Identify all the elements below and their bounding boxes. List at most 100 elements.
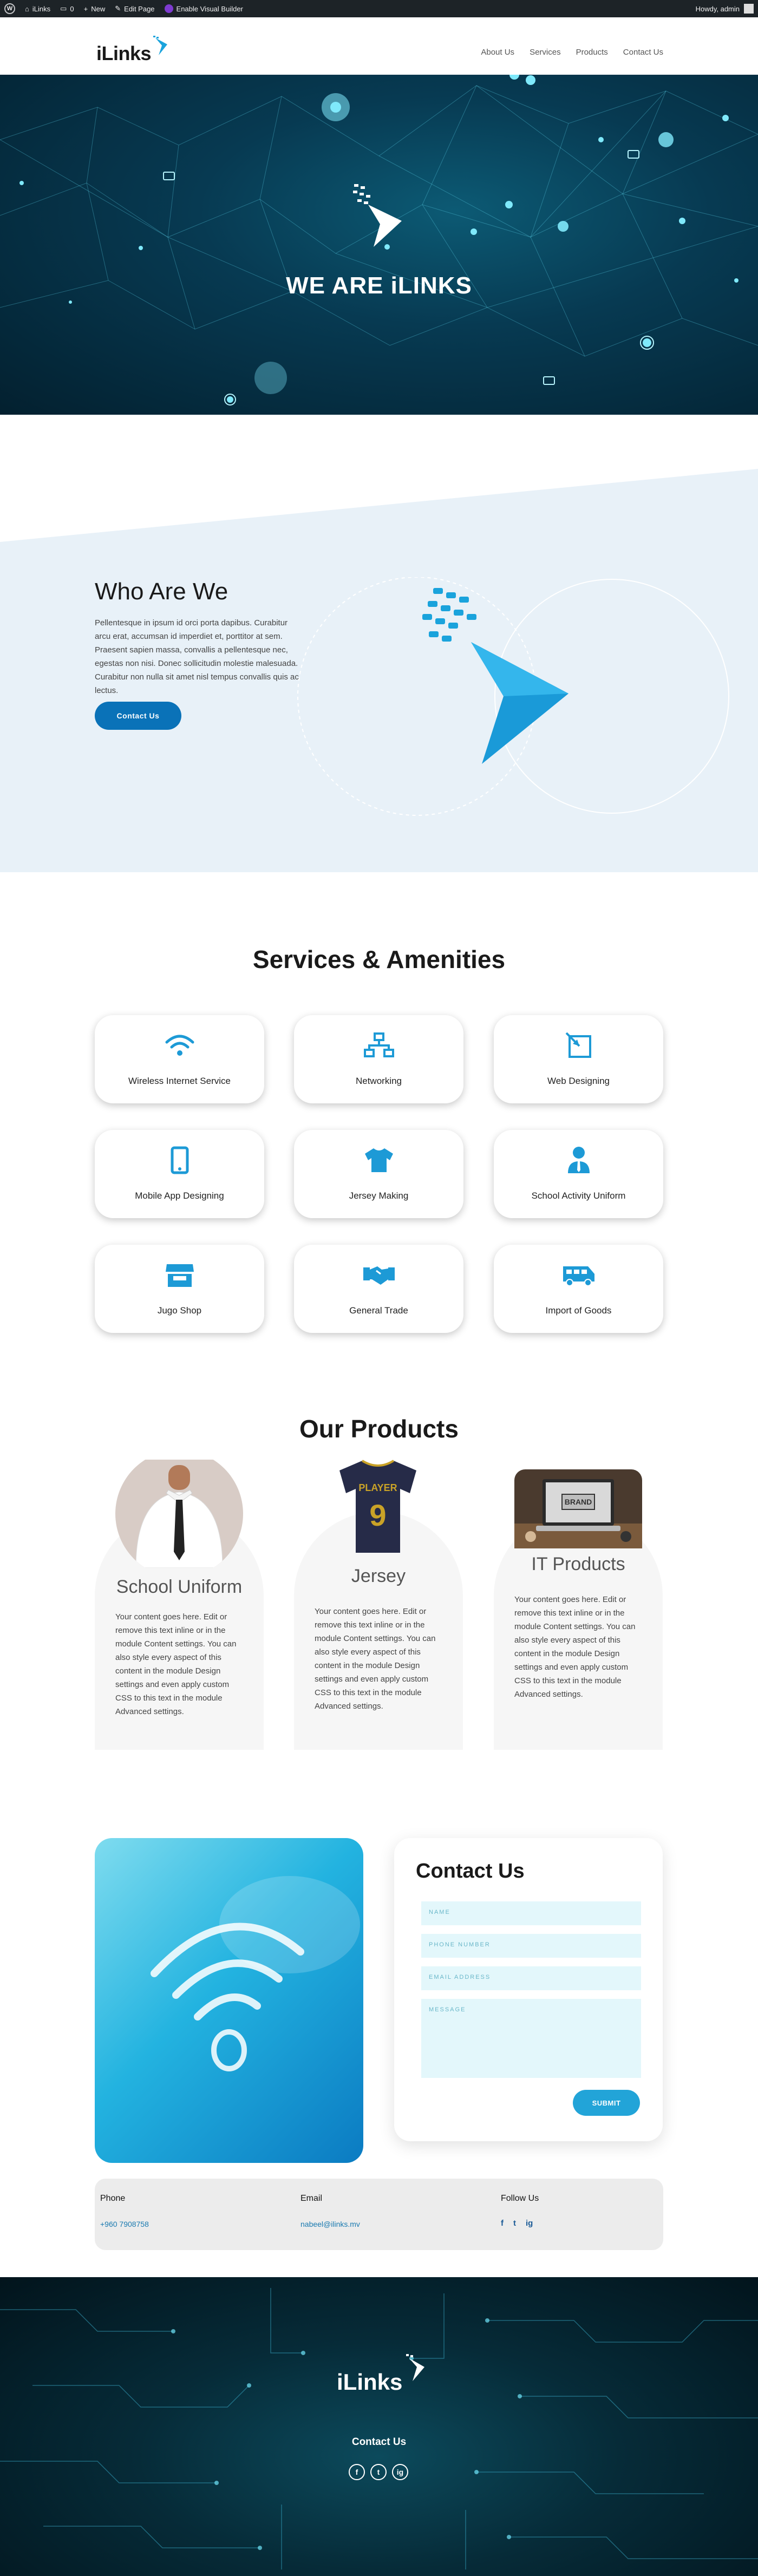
contact-us-button[interactable]: Contact Us <box>95 702 181 730</box>
service-label: Mobile App Designing <box>135 1191 224 1201</box>
contact-wifi-image <box>95 1838 363 2163</box>
it-screen-text: BRAND <box>565 1498 592 1506</box>
wordpress-icon: W <box>4 3 15 14</box>
admin-visual-builder[interactable]: Enable Visual Builder <box>164 4 243 13</box>
service-card-wireless[interactable]: Wireless Internet Service <box>95 1015 264 1103</box>
truck-icon <box>562 1261 596 1289</box>
jersey-image: PLAYER 9 <box>339 1460 416 1553</box>
school-uniform-image <box>115 1460 243 1568</box>
service-card-school-uniform[interactable]: School Activity Uniform <box>494 1130 663 1218</box>
service-card-mobile-app[interactable]: Mobile App Designing <box>95 1130 264 1218</box>
wp-admin-bar: W ⌂ iLinks ▭ 0 + New ✎ Edit Page Enable … <box>0 0 758 17</box>
product-description: Your content goes here. Edit or remove t… <box>315 1607 436 1711</box>
footer-logo-arrow-icon <box>406 2354 424 2381</box>
admin-new[interactable]: + New <box>84 5 106 13</box>
footer-instagram-icon[interactable]: ig <box>392 2464 408 2480</box>
email-field[interactable]: EMAIL ADDRESS <box>421 1966 641 1990</box>
who-title: Who Are We <box>95 578 228 605</box>
admin-site-name[interactable]: ⌂ iLinks <box>25 5 50 13</box>
service-label: Jersey Making <box>349 1191 409 1201</box>
service-card-networking[interactable]: Networking <box>294 1015 463 1103</box>
admin-greeting: Howdy, admin <box>695 4 740 13</box>
phone-value[interactable]: +960 7908758 <box>100 2220 149 2228</box>
site-header: iLinks About Us Services Products Contac… <box>0 17 758 75</box>
product-description: Your content goes here. Edit or remove t… <box>514 1595 636 1699</box>
nav-about-us[interactable]: About Us <box>481 48 514 57</box>
footer-social-links: f t ig <box>349 2464 408 2480</box>
follow-label: Follow Us <box>501 2194 539 2203</box>
phone-info: Phone +960 7908758 <box>100 2194 149 2228</box>
service-card-import-goods[interactable]: Import of Goods <box>494 1245 663 1333</box>
shop-icon <box>165 1261 195 1289</box>
service-label: Jugo Shop <box>157 1305 202 1316</box>
facebook-icon[interactable]: f <box>501 2219 504 2228</box>
service-label: Import of Goods <box>545 1305 612 1316</box>
services-title: Services & Amenities <box>252 945 506 973</box>
phone-label: Phone <box>100 2194 126 2203</box>
footer-logo[interactable]: iLinks <box>337 2354 424 2395</box>
products-title: Our Products <box>299 1415 459 1443</box>
email-value[interactable]: nabeel@ilinks.mv <box>300 2220 360 2228</box>
product-name: IT Products <box>531 1554 625 1574</box>
admin-site-label: iLinks <box>32 4 51 13</box>
who-we-are-section: Who Are We Pellentesque in ipsum id orci… <box>0 415 758 872</box>
service-label: General Trade <box>349 1305 408 1316</box>
nav-services[interactable]: Services <box>530 48 561 57</box>
hero-title: WE ARE iLINKS <box>286 272 472 299</box>
mobile-icon <box>171 1146 189 1174</box>
instagram-icon[interactable]: ig <box>526 2219 533 2228</box>
service-card-general-trade[interactable]: General Trade <box>294 1245 463 1333</box>
avatar <box>744 4 754 14</box>
jersey-print-text: PLAYER <box>358 1482 397 1493</box>
email-info: Email nabeel@ilinks.mv <box>300 2194 360 2228</box>
site-footer: iLinks Contact Us f t ig <box>0 2277 758 2576</box>
page: W ⌂ iLinks ▭ 0 + New ✎ Edit Page Enable … <box>0 0 758 2576</box>
admin-edit-label: Edit Page <box>124 4 155 13</box>
main-nav: About Us Services Products Contact Us <box>481 48 663 57</box>
product-name: School Uniform <box>116 1577 243 1597</box>
circuit-background <box>0 2288 758 2570</box>
it-products-image: BRAND <box>514 1469 642 1548</box>
product-card-it-products[interactable]: BRAND IT Products Your content goes here… <box>494 1469 663 1750</box>
follow-info: Follow Us f t ig <box>501 2194 539 2228</box>
wp-logo-menu[interactable]: W <box>4 3 15 14</box>
product-card-school-uniform[interactable]: School Uniform Your content goes here. E… <box>95 1460 264 1750</box>
logo-text: iLinks <box>96 42 152 64</box>
message-field[interactable]: MESSAGE <box>421 1999 641 2078</box>
name-field[interactable]: NAME <box>421 1901 641 1925</box>
footer-facebook-icon[interactable]: f <box>349 2464 365 2480</box>
phone-field[interactable]: PHONE NUMBER <box>421 1934 641 1958</box>
service-card-jugo-shop[interactable]: Jugo Shop <box>95 1245 264 1333</box>
contact-form-card: Contact Us NAME PHONE NUMBER EMAIL ADDRE… <box>394 1838 663 2141</box>
admin-builder-label: Enable Visual Builder <box>176 4 243 13</box>
footer-twitter-icon[interactable]: t <box>370 2464 387 2480</box>
product-card-jersey[interactable]: PLAYER 9 Jersey Your content goes here. … <box>294 1460 463 1750</box>
site-logo[interactable]: iLinks <box>96 36 169 65</box>
uniform-icon <box>567 1146 591 1174</box>
wifi-icon <box>165 1031 195 1060</box>
hero-logo-mark-icon <box>353 184 402 247</box>
nav-products[interactable]: Products <box>576 48 608 57</box>
product-description: Your content goes here. Edit or remove t… <box>115 1612 237 1716</box>
admin-new-label: New <box>91 4 106 13</box>
twitter-icon[interactable]: t <box>513 2219 516 2228</box>
admin-comments[interactable]: ▭ 0 <box>60 4 74 13</box>
who-illustration <box>297 577 729 816</box>
nav-contact-us[interactable]: Contact Us <box>623 48 663 57</box>
service-label: Web Designing <box>547 1076 610 1086</box>
hero-section: WE ARE iLINKS <box>0 75 758 415</box>
admin-edit-page[interactable]: ✎ Edit Page <box>115 4 154 13</box>
admin-account[interactable]: Howdy, admin <box>696 4 754 14</box>
service-label: Wireless Internet Service <box>128 1076 231 1086</box>
submit-button[interactable]: SUBMIT <box>573 2090 640 2116</box>
jersey-print-number: 9 <box>369 1498 386 1532</box>
service-card-web-designing[interactable]: Web Designing <box>494 1015 663 1103</box>
footer-contact-link[interactable]: Contact Us <box>0 2436 758 2448</box>
web-design-icon <box>565 1031 592 1060</box>
logo-arrow-icon <box>153 36 168 55</box>
divi-icon <box>164 4 173 13</box>
service-label: Networking <box>355 1076 402 1086</box>
product-name: Jersey <box>351 1566 406 1586</box>
service-card-jersey-making[interactable]: Jersey Making <box>294 1130 463 1218</box>
plus-icon: + <box>83 4 88 13</box>
